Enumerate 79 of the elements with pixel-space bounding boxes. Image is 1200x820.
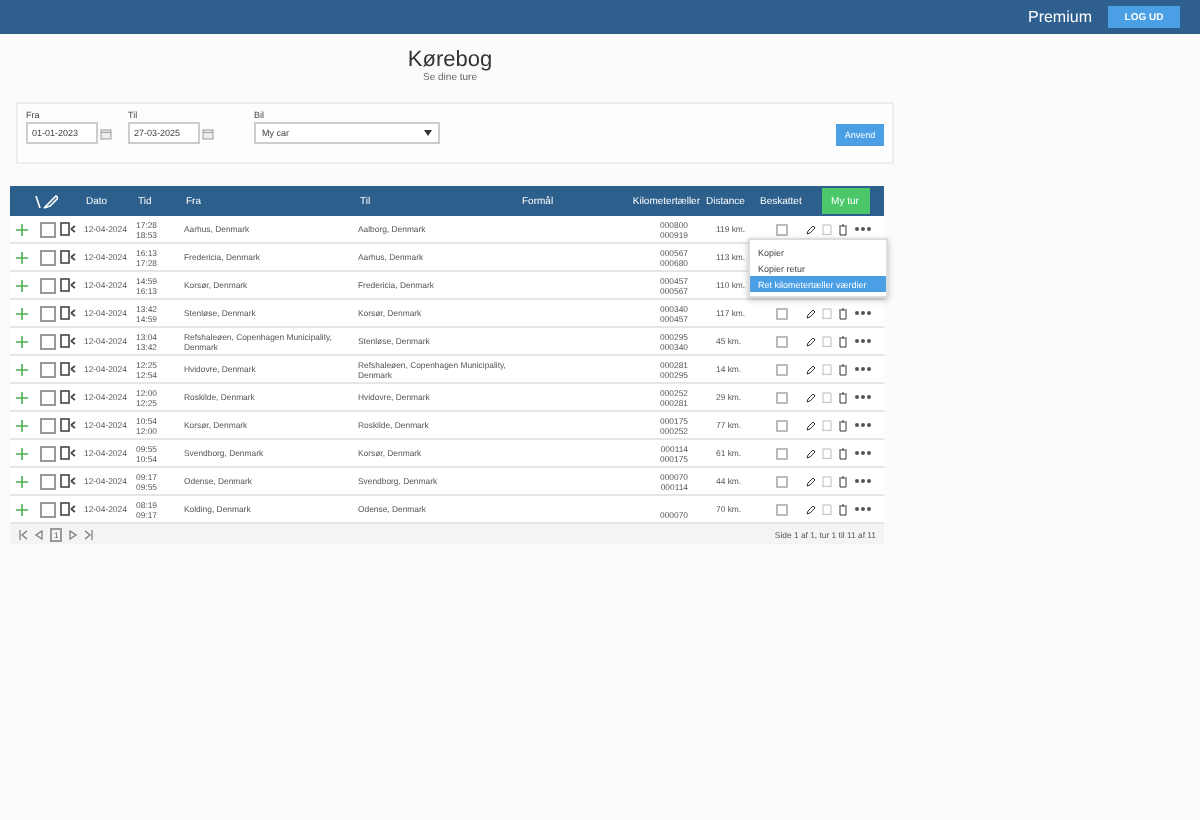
row-checkbox[interactable] <box>39 277 55 293</box>
row-checkbox[interactable] <box>39 333 55 349</box>
row-checkbox[interactable] <box>39 361 55 377</box>
calendar-icon[interactable] <box>202 127 214 139</box>
taxed-checkbox[interactable] <box>776 223 788 235</box>
more-icon[interactable] <box>854 338 872 344</box>
row-checkbox[interactable] <box>39 445 55 461</box>
more-icon[interactable] <box>854 394 872 400</box>
edit-icon[interactable] <box>806 447 816 459</box>
first-page-icon[interactable] <box>18 529 28 539</box>
add-icon[interactable] <box>16 335 28 347</box>
row-checkbox[interactable] <box>39 305 55 321</box>
more-icon[interactable] <box>854 478 872 484</box>
more-icon[interactable] <box>854 366 872 372</box>
export-icon[interactable] <box>60 418 76 432</box>
add-icon[interactable] <box>16 223 28 235</box>
taxed-checkbox[interactable] <box>776 447 788 459</box>
add-icon[interactable] <box>16 419 28 431</box>
add-icon[interactable] <box>16 503 28 515</box>
delete-icon[interactable] <box>838 223 848 235</box>
more-icon[interactable] <box>854 310 872 316</box>
edit-icon[interactable] <box>806 307 816 319</box>
export-icon[interactable] <box>60 334 76 348</box>
edit-all-icon[interactable] <box>34 193 58 209</box>
page-title: Kørebog <box>407 48 493 72</box>
add-icon[interactable] <box>16 307 28 319</box>
last-page-icon[interactable] <box>84 529 95 539</box>
taxed-checkbox[interactable] <box>776 475 788 487</box>
add-icon[interactable] <box>16 279 28 291</box>
delete-icon[interactable] <box>838 307 848 319</box>
calendar-icon[interactable] <box>100 127 112 139</box>
edit-icon[interactable] <box>806 475 816 487</box>
edit-icon[interactable] <box>806 363 816 375</box>
plan-label: Premium <box>1027 8 1092 26</box>
export-icon[interactable] <box>60 222 76 236</box>
row-checkbox[interactable] <box>39 473 55 489</box>
taxed-checkbox[interactable] <box>776 419 788 431</box>
edit-icon[interactable] <box>806 419 816 431</box>
add-icon[interactable] <box>16 475 28 487</box>
taxed-checkbox[interactable] <box>776 503 788 515</box>
taxed-checkbox[interactable] <box>776 335 788 347</box>
delete-icon[interactable] <box>838 447 848 459</box>
previous-page-icon[interactable] <box>34 529 44 539</box>
add-icon[interactable] <box>16 391 28 403</box>
row-checkbox[interactable] <box>39 501 55 517</box>
more-icon[interactable] <box>854 422 872 428</box>
export-icon[interactable] <box>60 306 76 320</box>
delete-icon[interactable] <box>838 335 848 347</box>
caret-icon <box>424 130 432 136</box>
taxed-checkbox[interactable] <box>776 391 788 403</box>
row-checkbox[interactable] <box>39 249 55 265</box>
taxed-checkbox[interactable] <box>776 307 788 319</box>
export-icon[interactable] <box>60 362 76 376</box>
more-icon[interactable] <box>854 226 872 232</box>
delete-icon[interactable] <box>838 363 848 375</box>
taxed-checkbox[interactable] <box>776 363 788 375</box>
more-icon[interactable] <box>854 450 872 456</box>
edit-icon[interactable] <box>806 391 816 403</box>
export-icon[interactable] <box>60 250 76 264</box>
edit-icon[interactable] <box>806 503 816 515</box>
export-icon[interactable] <box>60 278 76 292</box>
export-icon[interactable] <box>60 474 76 488</box>
row-checkbox[interactable] <box>39 221 55 237</box>
row-checkbox[interactable] <box>39 417 55 433</box>
delete-icon[interactable] <box>838 419 848 431</box>
more-icon[interactable] <box>854 506 872 512</box>
export-icon[interactable] <box>60 390 76 404</box>
add-icon[interactable] <box>16 363 28 375</box>
delete-icon[interactable] <box>838 391 848 403</box>
delete-icon[interactable] <box>838 475 848 487</box>
delete-icon[interactable] <box>838 503 848 515</box>
edit-icon[interactable] <box>806 335 816 347</box>
add-icon[interactable] <box>16 251 28 263</box>
export-icon[interactable] <box>60 502 76 516</box>
export-icon[interactable] <box>60 446 76 460</box>
add-icon[interactable] <box>16 447 28 459</box>
row-checkbox[interactable] <box>39 389 55 405</box>
edit-icon[interactable] <box>806 223 816 235</box>
next-page-icon[interactable] <box>68 529 79 539</box>
